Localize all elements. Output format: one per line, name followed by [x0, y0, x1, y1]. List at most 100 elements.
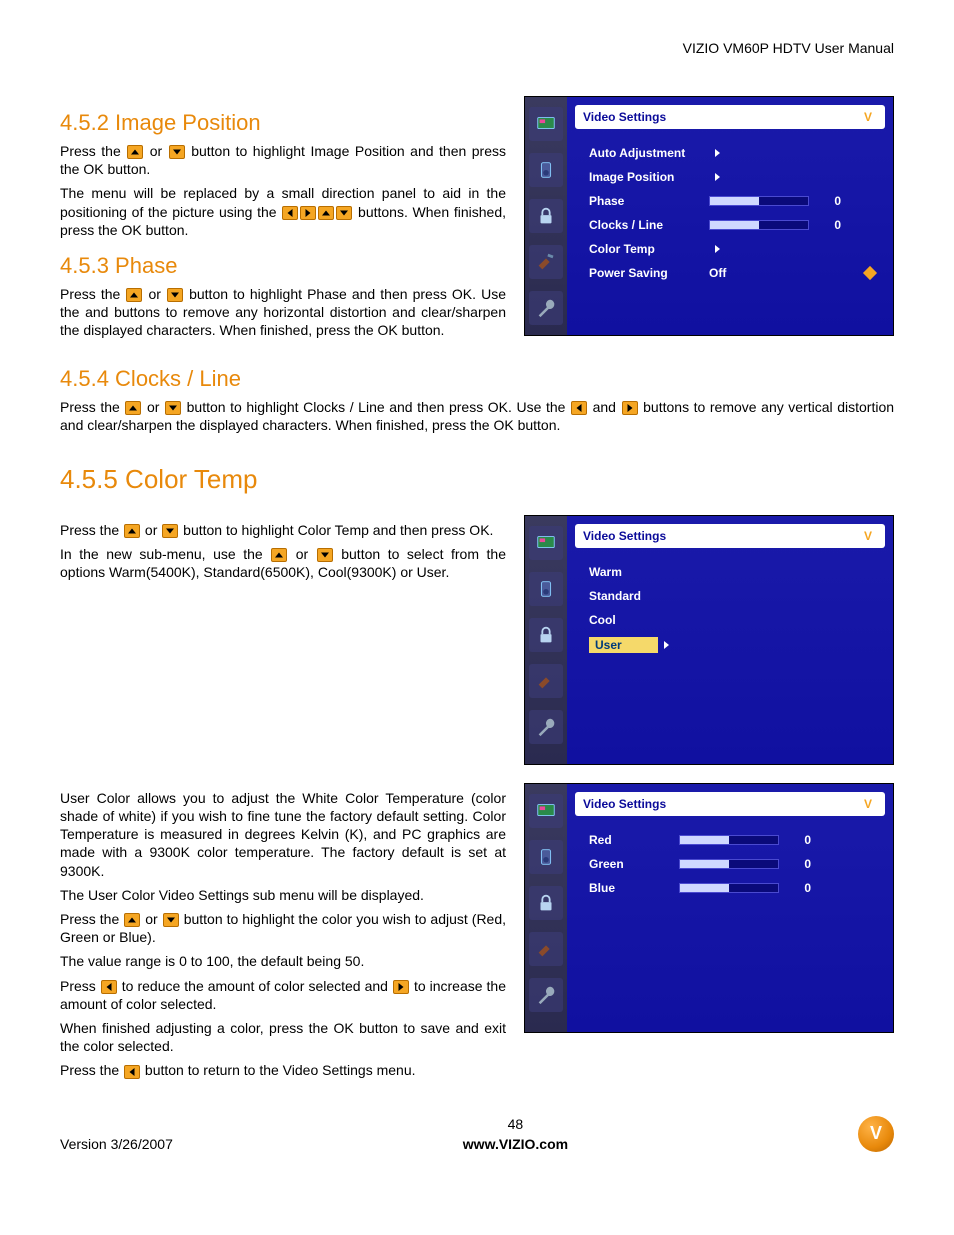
para: The value range is 0 to 100, the default… [60, 952, 506, 970]
osd-sidebar [525, 784, 567, 1032]
para: Press the or button to highlight the col… [60, 910, 506, 946]
up-arrow-icon [124, 524, 140, 538]
osd-label: Phase [589, 194, 709, 208]
para: Press the or button to highlight Clocks … [60, 398, 894, 434]
wrench-icon [529, 978, 563, 1012]
text: to reduce the amount of color selected a… [122, 978, 392, 994]
text: or [145, 911, 161, 927]
text: or [147, 399, 164, 415]
osd-title: Video Settings [583, 529, 666, 543]
osd-color-temp-options: Video Settings V Warm Standard Cool User [524, 515, 894, 765]
para: When finished adjusting a color, press t… [60, 1019, 506, 1055]
osd-title: Video Settings [583, 110, 666, 124]
tools-icon [529, 245, 563, 279]
up-arrow-icon [318, 206, 334, 220]
osd-row-auto-adjustment: Auto Adjustment [575, 141, 885, 165]
text: button to highlight Clocks / Line and th… [187, 399, 570, 415]
right-arrow-icon [300, 206, 316, 220]
osd-label: Warm [589, 565, 709, 579]
osd-label: Blue [589, 881, 679, 895]
up-arrow-icon [125, 401, 141, 415]
para: User Color allows you to adjust the Whit… [60, 789, 506, 880]
tv-icon [529, 526, 563, 560]
heading-image-position: 4.5.2 Image Position [60, 110, 506, 136]
osd-value: 0 [793, 881, 811, 895]
down-arrow-icon [169, 145, 185, 159]
osd-label: Power Saving [589, 266, 709, 280]
up-arrow-icon [124, 913, 140, 927]
heading-clocks-line: 4.5.4 Clocks / Line [60, 366, 894, 392]
down-arrow-icon [167, 288, 183, 302]
wrench-icon [529, 710, 563, 744]
osd-label: Image Position [589, 170, 709, 184]
left-arrow-icon [124, 1065, 140, 1079]
slider-bar [709, 196, 809, 206]
osd-row-image-position: Image Position [575, 165, 885, 189]
osd-row-blue: Blue 0 [575, 876, 885, 900]
submenu-arrow-icon [715, 173, 720, 181]
osd-row-power-saving: Power SavingOff [575, 261, 885, 285]
osd-label-highlighted: User [589, 637, 658, 653]
up-arrow-icon [127, 145, 143, 159]
osd-user-color: Video Settings V Red0 Green0 Blue0 [524, 783, 894, 1033]
osd-sidebar [525, 516, 567, 764]
osd-row-cool: Cool [575, 608, 885, 632]
slider-bar [679, 859, 779, 869]
osd-row-phase: Phase0 [575, 189, 885, 213]
vizio-logo-icon: V [858, 1116, 894, 1152]
osd-label: Standard [589, 589, 709, 603]
heading-phase: 4.5.3 Phase [60, 253, 506, 279]
left-arrow-icon [101, 980, 117, 994]
lock-icon [529, 886, 563, 920]
osd-row-user: User [575, 632, 885, 658]
para: The menu will be replaced by a small dir… [60, 184, 506, 239]
osd-label: Cool [589, 613, 709, 627]
osd-value: Off [709, 266, 726, 280]
text: or [145, 522, 161, 538]
osd-title-bar: Video Settings V [575, 524, 885, 548]
down-arrow-icon [336, 206, 352, 220]
osd-title-bar: Video Settings V [575, 792, 885, 816]
page-header: VIZIO VM60P HDTV User Manual [60, 40, 894, 56]
vizio-logo-icon: V [859, 527, 877, 545]
speaker-icon [529, 840, 563, 874]
submenu-arrow-icon [715, 149, 720, 157]
right-arrow-icon [393, 980, 409, 994]
diamond-icon [863, 266, 877, 280]
down-arrow-icon [162, 524, 178, 538]
submenu-arrow-icon [664, 641, 669, 649]
up-arrow-icon [126, 288, 142, 302]
osd-row-warm: Warm [575, 560, 885, 584]
footer-version: Version 3/26/2007 [60, 1136, 173, 1152]
osd-label: Clocks / Line [589, 218, 709, 232]
osd-row-red: Red 0 [575, 828, 885, 852]
text: or [296, 546, 316, 562]
para: In the new sub-menu, use the or button t… [60, 545, 506, 581]
wrench-icon [529, 291, 563, 325]
lock-icon [529, 199, 563, 233]
osd-title: Video Settings [583, 797, 666, 811]
text: Press the [60, 286, 125, 302]
text: Press the [60, 399, 124, 415]
osd-value: 0 [823, 218, 841, 232]
right-arrow-icon [622, 401, 638, 415]
down-arrow-icon [163, 913, 179, 927]
tools-icon [529, 932, 563, 966]
osd-title-bar: Video Settings V [575, 105, 885, 129]
down-arrow-icon [317, 548, 333, 562]
text: and [593, 399, 621, 415]
para: Press to reduce the amount of color sele… [60, 977, 506, 1013]
left-arrow-icon [282, 206, 298, 220]
osd-label: Auto Adjustment [589, 146, 709, 160]
page-footer: Version 3/26/2007 48 www.VIZIO.com V [60, 1116, 894, 1152]
text: In the new sub-menu, use the [60, 546, 270, 562]
osd-video-settings: Video Settings V Auto Adjustment Image P… [524, 96, 894, 336]
tv-icon [529, 794, 563, 828]
para: Press the button to return to the Video … [60, 1061, 506, 1079]
osd-label: Red [589, 833, 679, 847]
text: Press the [60, 1062, 123, 1078]
submenu-arrow-icon [715, 245, 720, 253]
osd-label: Color Temp [589, 242, 709, 256]
osd-value: 0 [793, 857, 811, 871]
osd-value: 0 [793, 833, 811, 847]
